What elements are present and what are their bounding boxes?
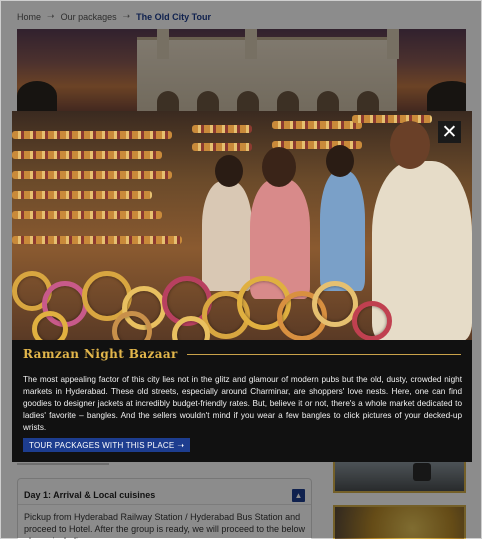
place-modal: ✕ Ramzan Night Bazaar The most appealing… <box>12 111 472 462</box>
modal-title-row: Ramzan Night Bazaar <box>23 347 461 361</box>
modal-description: The most appealing factor of this city l… <box>23 375 462 432</box>
bazaar-photo <box>12 111 472 340</box>
close-icon[interactable]: ✕ <box>438 121 461 143</box>
title-divider <box>186 353 461 355</box>
tour-packages-label: TOUR PACKAGES WITH THIS PLACE <box>29 440 175 450</box>
arrow-right-icon: ➝ <box>177 440 185 450</box>
tour-packages-button[interactable]: TOUR PACKAGES WITH THIS PLACE ➝ <box>23 438 191 452</box>
modal-title: Ramzan Night Bazaar <box>23 347 178 361</box>
